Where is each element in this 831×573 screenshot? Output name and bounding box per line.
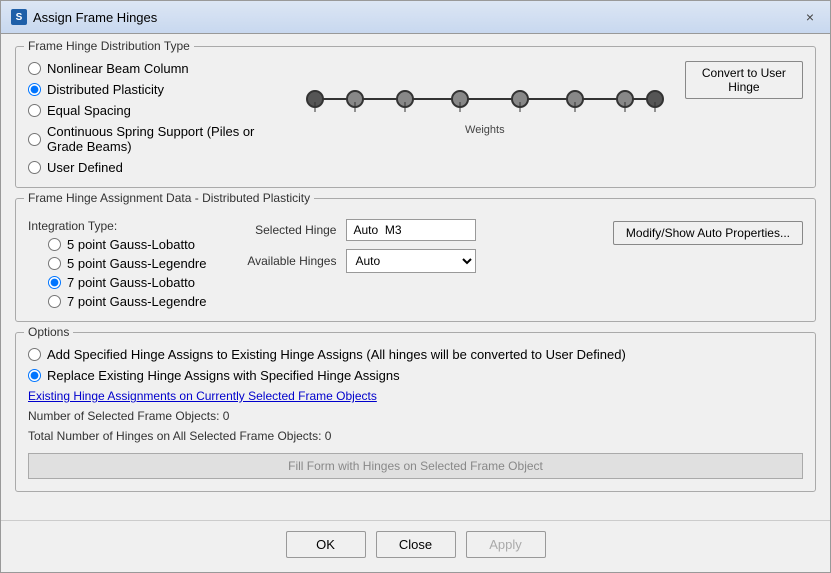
existing-assignments-link[interactable]: Existing Hinge Assignments on Currently … xyxy=(28,389,803,403)
distribution-type-group: Frame Hinge Distribution Type Nonlinear … xyxy=(15,46,816,188)
integration-label: Integration Type: xyxy=(28,219,206,233)
tick-4 xyxy=(459,102,460,112)
apply-button[interactable]: Apply xyxy=(466,531,546,558)
weights-label: Weights xyxy=(465,124,505,136)
selected-hinge-label: Selected Hinge xyxy=(226,223,336,237)
replace-option-label: Replace Existing Hinge Assigns with Spec… xyxy=(47,368,400,383)
dialog-title: Assign Frame Hinges xyxy=(33,10,157,25)
tick-8 xyxy=(654,102,655,112)
radio-replace-option[interactable]: Replace Existing Hinge Assigns with Spec… xyxy=(28,368,803,383)
distribution-type-content: Nonlinear Beam Column Distributed Plasti… xyxy=(28,61,803,175)
radio-equal-label: Equal Spacing xyxy=(47,103,131,118)
selected-hinge-input[interactable] xyxy=(346,219,476,241)
close-button[interactable]: Close xyxy=(376,531,456,558)
total-hinges-label: Total Number of Hinges on All Selected F… xyxy=(28,429,803,443)
close-icon[interactable]: × xyxy=(800,7,820,27)
integration-radios: 5 point Gauss-Lobatto 5 point Gauss-Lege… xyxy=(48,237,206,309)
radio-distributed-label: Distributed Plasticity xyxy=(47,82,164,97)
title-bar: S Assign Frame Hinges × xyxy=(1,1,830,34)
integration-col: Integration Type: 5 point Gauss-Lobatto … xyxy=(28,219,206,309)
radio-add-option[interactable]: Add Specified Hinge Assigns to Existing … xyxy=(28,347,803,362)
radio-5gl[interactable]: 5 point Gauss-Lobatto xyxy=(48,237,206,252)
radio-spring-label: Continuous Spring Support (Piles or Grad… xyxy=(47,124,285,154)
beam-line xyxy=(315,98,655,100)
radio-nonlinear[interactable]: Nonlinear Beam Column xyxy=(28,61,285,76)
modify-btn-col: Modify/Show Auto Properties... xyxy=(613,219,803,309)
distribution-radio-list: Nonlinear Beam Column Distributed Plasti… xyxy=(28,61,285,175)
radio-7gleg[interactable]: 7 point Gauss-Legendre xyxy=(48,294,206,309)
available-hinges-select[interactable]: Auto xyxy=(346,249,476,273)
title-bar-left: S Assign Frame Hinges xyxy=(11,9,157,25)
radio-7gl-label: 7 point Gauss-Lobatto xyxy=(67,275,195,290)
assignment-data-title: Frame Hinge Assignment Data - Distribute… xyxy=(24,191,314,205)
radio-5gl-label: 5 point Gauss-Lobatto xyxy=(67,237,195,252)
hinge-col: Selected Hinge Available Hinges Auto xyxy=(226,219,592,309)
ok-button[interactable]: OK xyxy=(286,531,366,558)
fill-form-button[interactable]: Fill Form with Hinges on Selected Frame … xyxy=(28,453,803,479)
num-selected-label: Number of Selected Frame Objects: 0 xyxy=(28,409,803,423)
radio-7gl[interactable]: 7 point Gauss-Lobatto xyxy=(48,275,206,290)
selected-hinge-row: Selected Hinge xyxy=(226,219,592,241)
add-option-label: Add Specified Hinge Assigns to Existing … xyxy=(47,347,626,362)
beam-diagram: Weights xyxy=(305,76,665,136)
available-hinges-label: Available Hinges xyxy=(226,254,336,268)
tick-5 xyxy=(519,102,520,112)
options-content: Add Specified Hinge Assigns to Existing … xyxy=(28,347,803,479)
button-bar: OK Close Apply xyxy=(1,520,830,572)
modify-show-properties-button[interactable]: Modify/Show Auto Properties... xyxy=(613,221,803,245)
radio-distributed[interactable]: Distributed Plasticity xyxy=(28,82,285,97)
dialog-content: Frame Hinge Distribution Type Nonlinear … xyxy=(1,34,830,520)
radio-nonlinear-label: Nonlinear Beam Column xyxy=(47,61,189,76)
convert-btn-area: Convert to User Hinge xyxy=(685,61,803,101)
assignment-data-group: Frame Hinge Assignment Data - Distribute… xyxy=(15,198,816,322)
options-group: Options Add Specified Hinge Assigns to E… xyxy=(15,332,816,492)
radio-5gleg-label: 5 point Gauss-Legendre xyxy=(67,256,206,271)
radio-spring[interactable]: Continuous Spring Support (Piles or Grad… xyxy=(28,124,285,154)
convert-to-user-hinge-button[interactable]: Convert to User Hinge xyxy=(685,61,803,99)
radio-user[interactable]: User Defined xyxy=(28,160,285,175)
radio-user-label: User Defined xyxy=(47,160,123,175)
radio-5gleg[interactable]: 5 point Gauss-Legendre xyxy=(48,256,206,271)
available-hinges-row: Available Hinges Auto xyxy=(226,249,592,273)
tick-6 xyxy=(574,102,575,112)
tick-1 xyxy=(314,102,315,112)
options-title: Options xyxy=(24,325,73,339)
distribution-type-title: Frame Hinge Distribution Type xyxy=(24,39,194,53)
tick-2 xyxy=(354,102,355,112)
radio-equal[interactable]: Equal Spacing xyxy=(28,103,285,118)
radio-7gleg-label: 7 point Gauss-Legendre xyxy=(67,294,206,309)
assign-frame-hinges-dialog: S Assign Frame Hinges × Frame Hinge Dist… xyxy=(0,0,831,573)
app-icon: S xyxy=(11,9,27,25)
tick-7 xyxy=(624,102,625,112)
tick-3 xyxy=(404,102,405,112)
beam-diagram-area: Weights xyxy=(305,61,665,151)
assignment-content: Integration Type: 5 point Gauss-Lobatto … xyxy=(28,219,803,309)
